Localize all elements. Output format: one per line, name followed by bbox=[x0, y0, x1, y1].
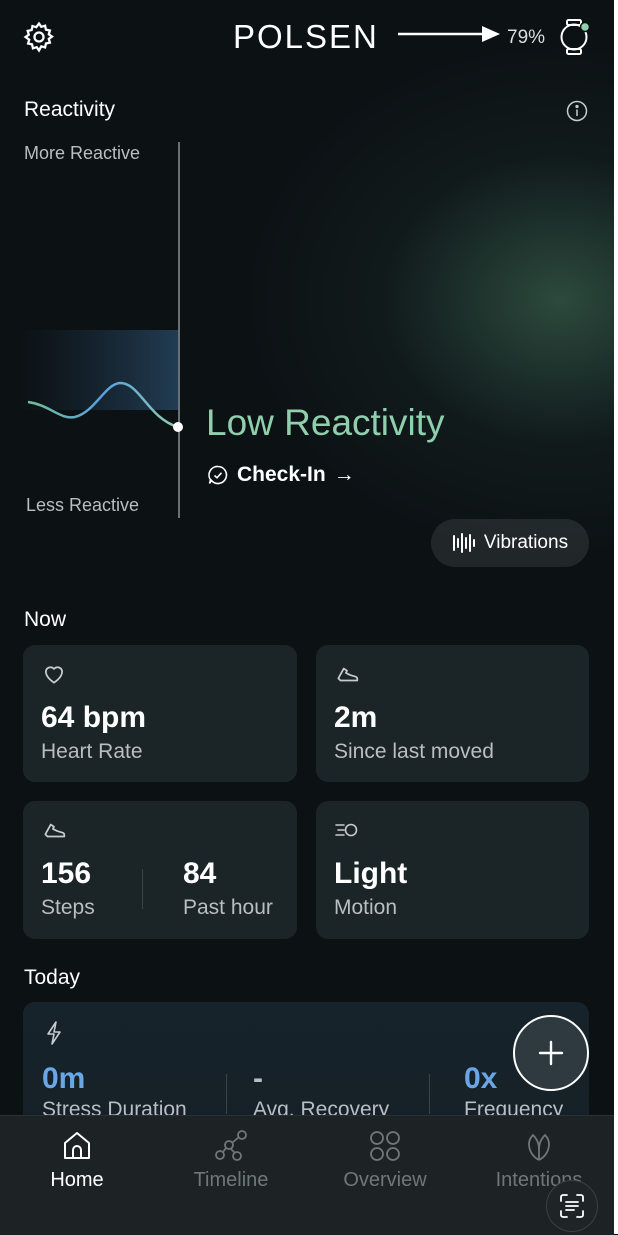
current-point bbox=[173, 422, 183, 432]
motion-card[interactable]: Light Motion bbox=[316, 801, 589, 939]
reactivity-chart bbox=[20, 142, 183, 518]
today-divider bbox=[429, 1074, 430, 1114]
leaf-icon bbox=[528, 1134, 550, 1161]
since-moved-value: 2m bbox=[334, 701, 378, 734]
battery-percentage: 79% bbox=[507, 27, 546, 48]
nav-home-label: Home bbox=[50, 1169, 104, 1191]
nav-overview[interactable]: Overview bbox=[308, 1116, 462, 1235]
arrow-right-icon bbox=[398, 26, 500, 42]
heart-rate-value: 64 bpm bbox=[41, 701, 147, 734]
avg-recovery-value: - bbox=[253, 1062, 263, 1095]
vibrations-button[interactable]: Vibrations bbox=[431, 519, 589, 567]
less-reactive-label: Less Reactive bbox=[26, 495, 140, 515]
reactivity-title: Reactivity bbox=[24, 98, 116, 121]
past-hour-label: Past hour bbox=[183, 896, 273, 919]
timeline-icon bbox=[215, 1130, 247, 1161]
lightning-icon bbox=[47, 1021, 61, 1045]
nav-home[interactable]: Home bbox=[0, 1116, 154, 1235]
check-in-button[interactable]: Check-In → bbox=[207, 460, 355, 490]
since-moved-label: Since last moved bbox=[334, 740, 494, 763]
scan-text-icon bbox=[560, 1194, 584, 1218]
info-icon[interactable] bbox=[566, 100, 588, 122]
arrow-right-icon: → bbox=[333, 463, 355, 486]
today-section-title: Today bbox=[24, 966, 81, 989]
heart-icon bbox=[45, 666, 63, 684]
plus-icon bbox=[538, 1040, 564, 1066]
top-header: POLSEN 79% bbox=[0, 0, 614, 76]
nav-timeline[interactable]: Timeline bbox=[154, 1116, 308, 1235]
shoe-icon bbox=[337, 667, 359, 682]
stress-duration-value: 0m bbox=[42, 1062, 86, 1095]
shoe-icon bbox=[44, 823, 66, 838]
gear-icon[interactable] bbox=[22, 20, 56, 54]
scan-button[interactable] bbox=[546, 1180, 598, 1232]
nav-overview-label: Overview bbox=[343, 1169, 427, 1191]
add-button[interactable] bbox=[513, 1015, 589, 1091]
check-in-label: Check-In bbox=[237, 463, 326, 486]
vibration-icon bbox=[452, 533, 475, 553]
brand-logo: POLSEN bbox=[233, 18, 379, 55]
motion-icon bbox=[335, 823, 358, 837]
today-stress-card[interactable]: 0m Stress Duration - Avg. Recovery 0x Fr… bbox=[23, 1002, 589, 1132]
check-bubble-icon bbox=[208, 465, 228, 485]
overview-icon bbox=[370, 1131, 400, 1161]
today-divider bbox=[226, 1074, 227, 1114]
motion-label: Motion bbox=[334, 896, 398, 919]
bottom-navigation: Home Timeline Overview Intentions bbox=[0, 1115, 614, 1235]
vibrations-label: Vibrations bbox=[483, 532, 569, 553]
home-icon bbox=[64, 1132, 90, 1159]
motion-value: Light bbox=[334, 857, 408, 890]
right-edge bbox=[614, 0, 618, 1234]
heart-rate-card[interactable]: 64 bpm Heart Rate bbox=[23, 645, 297, 782]
reactivity-status: Low Reactivity bbox=[206, 402, 445, 443]
frequency-value: 0x bbox=[464, 1062, 498, 1095]
steps-value: 156 bbox=[41, 857, 92, 890]
past-hour-value: 84 bbox=[183, 857, 217, 890]
nav-intentions-label: Intentions bbox=[495, 1169, 583, 1191]
steps-label: Steps bbox=[41, 896, 95, 919]
watch-icon[interactable] bbox=[556, 18, 592, 56]
heart-rate-label: Heart Rate bbox=[41, 740, 143, 763]
nav-timeline-label: Timeline bbox=[193, 1169, 269, 1191]
steps-card[interactable]: 156 Steps 84 Past hour bbox=[23, 801, 297, 939]
now-section-title: Now bbox=[24, 608, 67, 631]
steps-divider bbox=[142, 869, 143, 909]
since-moved-card[interactable]: 2m Since last moved bbox=[316, 645, 589, 782]
